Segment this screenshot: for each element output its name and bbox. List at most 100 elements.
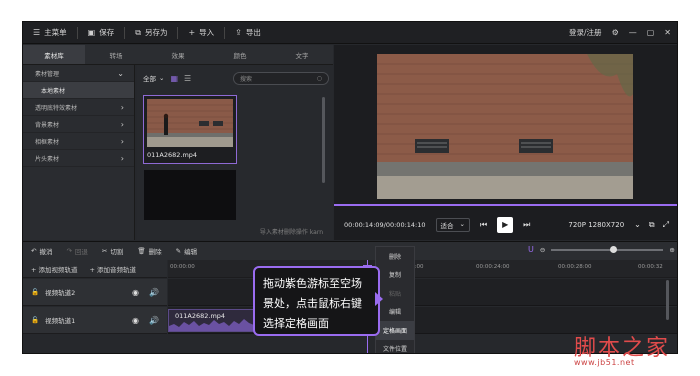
sidebar-item-label: 相框素材 <box>35 138 60 146</box>
track-header-bar: + 添加视频轨道 + 添加音频轨道 <box>23 260 167 278</box>
preview-controls: 00:00:14:09/00:00:14:10 适合 ⌄ ⏮ ▶ ⏭ 720P … <box>334 209 677 240</box>
zoom-control: U ⊖ ⊕ <box>528 245 675 254</box>
tab-library[interactable]: 素材库 <box>23 45 85 64</box>
undo-button[interactable]: ↶ 撤消 <box>31 246 52 256</box>
media-scrollbar[interactable] <box>322 97 325 183</box>
maximize-icon[interactable]: ▢ <box>647 28 655 37</box>
tab-effects[interactable]: 效果 <box>147 45 209 64</box>
redo-label: 回退 <box>74 248 88 256</box>
add-audio-track-button[interactable]: + 添加音频轨道 <box>90 264 137 274</box>
search-input[interactable]: 搜索 ○ <box>233 71 329 85</box>
sidebar-item-background[interactable]: 背景素材 › <box>23 116 134 133</box>
preview-icons: ⌄ ⧉ ⤢ <box>634 220 669 230</box>
export-label: 导出 <box>245 28 261 37</box>
filter-dropdown[interactable]: 全部 ⌄ <box>143 73 164 83</box>
sidebar-item-label: 素材管理 <box>35 70 60 78</box>
undo-label: 撤消 <box>39 248 53 256</box>
timeline-clip-name: 011A2682.mp4 <box>175 312 226 320</box>
play-icon: ▶ <box>502 220 509 229</box>
fit-value: 适合 <box>440 221 454 230</box>
video-frame <box>377 54 633 199</box>
snapshot-icon[interactable]: ⧉ <box>649 220 655 230</box>
menu-item-delete[interactable]: 删除 <box>376 247 414 266</box>
sidebar-item-transparent[interactable]: 透明底特效素材 › <box>23 99 134 116</box>
redo-button[interactable]: ↷ 回退 <box>66 246 87 256</box>
chevron-down-icon: ⌄ <box>117 68 124 78</box>
main-menu-button[interactable]: ☰ 主菜单 <box>23 22 77 44</box>
grid-view-icon[interactable]: ▦ <box>170 74 178 83</box>
track-video-2[interactable]: 🔓 视频轨道2 ◉ 🔊 <box>23 279 167 306</box>
top-toolbar: ☰ 主菜单 ▣ 保存 ⧉ 另存为 + 导入 ⇪ 导出 登录/注册 ⚙ — ▢ ✕ <box>23 22 677 44</box>
sidebar-item-local[interactable]: 本地素材 <box>23 82 134 99</box>
search-icon: ○ <box>316 74 322 82</box>
media-clip-card[interactable]: 011A2682.mp4 <box>143 95 237 164</box>
sidebar-item-label: 背景素材 <box>35 121 60 129</box>
cut-label: 切割 <box>110 248 124 256</box>
zoom-slider-knob[interactable] <box>609 245 617 253</box>
edit-button[interactable]: ✎ 编辑 <box>176 246 197 256</box>
save-as-button[interactable]: ⧉ 另存为 <box>125 22 177 44</box>
eye-icon[interactable]: ◉ <box>132 316 139 325</box>
login-link[interactable]: 登录/注册 <box>569 27 602 38</box>
next-frame-icon[interactable]: ⏭ <box>523 220 530 230</box>
close-icon[interactable]: ✕ <box>664 28 671 37</box>
fit-dropdown[interactable]: 适合 ⌄ <box>435 217 470 232</box>
minimize-icon[interactable]: — <box>629 28 637 37</box>
callout-line: 拖动紫色游标至空场 <box>263 277 362 290</box>
import-button[interactable]: + 导入 <box>178 22 224 44</box>
eye-icon[interactable]: ◉ <box>132 288 139 297</box>
track-controls: ◉ 🔊 <box>132 316 159 325</box>
zoom-slider[interactable] <box>551 245 664 253</box>
menu-item-copy[interactable]: 复制 <box>376 266 414 285</box>
speaker-icon[interactable]: 🔊 <box>149 288 159 297</box>
play-button[interactable]: ▶ <box>497 216 514 233</box>
track-video-1[interactable]: 🔓 视频轨道1 ◉ 🔊 <box>23 307 167 334</box>
sidebar-item-intro[interactable]: 片头素材 › <box>23 150 134 167</box>
timeline-scrollbar[interactable] <box>666 280 669 320</box>
main-menu-label: 主菜单 <box>44 28 67 37</box>
speaker-icon[interactable]: 🔊 <box>149 316 159 325</box>
delete-button[interactable]: 🗑 删除 <box>137 246 161 256</box>
save-as-label: 另存为 <box>144 28 168 37</box>
menu-item-freeze-frame[interactable]: 定格画面 <box>376 321 414 340</box>
zoom-in-icon[interactable]: ⊕ <box>669 246 674 254</box>
chevron-right-icon: › <box>120 136 124 146</box>
menu-item-file-location[interactable]: 文件位置 <box>376 340 414 353</box>
list-view-icon[interactable]: ☰ <box>184 74 191 83</box>
sidebar-item-material-manage[interactable]: 素材管理 ⌄ <box>23 65 134 82</box>
save-as-icon: ⧉ <box>135 27 141 37</box>
chevron-right-icon: › <box>120 119 124 129</box>
preview-panel: 00:00:14:09/00:00:14:10 适合 ⌄ ⏮ ▶ ⏭ 720P … <box>334 45 677 240</box>
add-video-track-button[interactable]: + 添加视频轨道 <box>31 264 78 274</box>
resolution-select[interactable]: 720P 1280X720 <box>568 221 624 229</box>
fullscreen-icon[interactable]: ⤢ <box>663 220 669 230</box>
chevron-down-icon[interactable]: ⌄ <box>634 220 641 230</box>
lock-icon[interactable]: 🔓 <box>31 316 39 324</box>
time-ruler[interactable]: 00:00:00 00:00:20:00 00:00:24:00 00:00:2… <box>168 260 677 278</box>
scissors-icon: ✂ <box>101 247 108 255</box>
sidebar-item-frame[interactable]: 相框素材 › <box>23 133 134 150</box>
tab-color[interactable]: 颜色 <box>209 45 271 64</box>
save-button[interactable]: ▣ 保存 <box>78 22 125 44</box>
sidebar-item-label: 片头素材 <box>35 155 60 163</box>
video-editor-window: ☰ 主菜单 ▣ 保存 ⧉ 另存为 + 导入 ⇪ 导出 登录/注册 ⚙ — ▢ ✕ <box>22 21 678 354</box>
instruction-callout: 拖动紫色游标至空场 景处，点击鼠标右键 选择定格画面 <box>253 266 380 336</box>
lock-icon[interactable]: 🔓 <box>31 288 39 296</box>
magnet-icon[interactable]: U <box>528 245 534 254</box>
pencil-icon: ✎ <box>175 247 182 255</box>
track-label: 视频轨道2 <box>45 289 76 297</box>
tab-transitions[interactable]: 转场 <box>85 45 147 64</box>
cut-button[interactable]: ✂ 切割 <box>102 246 123 256</box>
trash-icon: 🗑 <box>137 247 146 255</box>
previous-frame-icon[interactable]: ⏮ <box>480 220 487 230</box>
add-audio-track-label: 添加音频轨道 <box>97 265 137 274</box>
gear-icon[interactable]: ⚙ <box>612 28 619 37</box>
chevron-right-icon: › <box>120 102 124 112</box>
zoom-out-icon[interactable]: ⊖ <box>540 246 545 254</box>
filter-value: 全部 <box>143 75 156 83</box>
tab-text[interactable]: 文字 <box>271 45 333 64</box>
export-button[interactable]: ⇪ 导出 <box>225 22 271 44</box>
media-panel: 全部 ⌄ ▦ ☰ 搜索 ○ 011A2682.mp4 导入素材删除操作 karn <box>137 65 333 240</box>
track-controls: ◉ 🔊 <box>132 288 159 297</box>
lane-video-2[interactable] <box>168 279 677 306</box>
